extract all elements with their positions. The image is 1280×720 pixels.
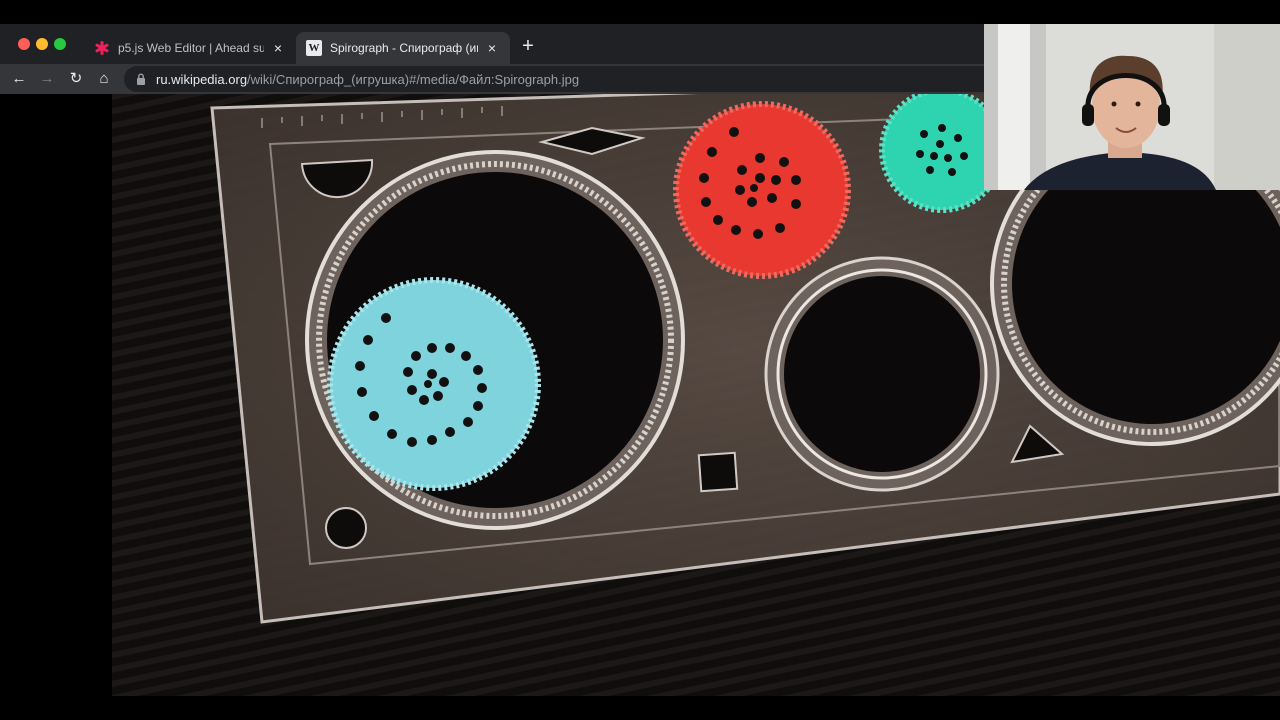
letterbox-bottom	[0, 696, 1280, 720]
lock-icon[interactable]	[134, 73, 148, 85]
tab-strip: p5.js Web Editor | Ahead summ × W Spirog…	[0, 24, 984, 64]
browser-toolbar: ← → ↻ ⌂ ru.wikipedia.org/wiki/Спирограф_…	[0, 64, 984, 94]
page-left-margin	[0, 94, 112, 696]
reload-icon[interactable]: ↻	[66, 69, 86, 89]
minimize-window-button[interactable]	[36, 38, 48, 50]
tab-p5js-editor[interactable]: p5.js Web Editor | Ahead summ ×	[84, 32, 296, 64]
tab-title: Spirograph - Спирограф (игру	[330, 41, 478, 55]
red-gear	[673, 101, 851, 279]
url-host: ru.wikipedia.org	[156, 71, 248, 87]
close-tab-icon[interactable]: ×	[484, 40, 500, 56]
tab-title: p5.js Web Editor | Ahead summ	[118, 41, 264, 55]
tab-spirograph-wikipedia[interactable]: W Spirograph - Спирограф (игру ×	[296, 32, 510, 64]
forward-arrow-icon[interactable]: →	[37, 69, 57, 89]
p5js-asterisk-icon	[94, 40, 110, 56]
home-icon[interactable]: ⌂	[94, 69, 114, 89]
close-tab-icon[interactable]: ×	[270, 40, 286, 56]
middle-ring	[764, 256, 1000, 492]
new-tab-icon[interactable]: +	[518, 36, 538, 56]
wikipedia-w-icon: W	[306, 40, 322, 56]
maximize-window-button[interactable]	[54, 38, 66, 50]
webcam-overlay	[984, 24, 1280, 190]
address-bar[interactable]: ru.wikipedia.org/wiki/Спирограф_(игрушка…	[124, 66, 984, 92]
presenter-video	[984, 24, 1280, 190]
browser-window: p5.js Web Editor | Ahead summ × W Spirog…	[0, 24, 984, 94]
close-window-button[interactable]	[18, 38, 30, 50]
letterbox-top	[0, 0, 1280, 24]
back-arrow-icon[interactable]: ←	[9, 69, 29, 89]
blue-gear	[327, 277, 541, 491]
url-path: /wiki/Спирограф_(игрушка)#/media/Файл:Sp…	[247, 71, 580, 87]
